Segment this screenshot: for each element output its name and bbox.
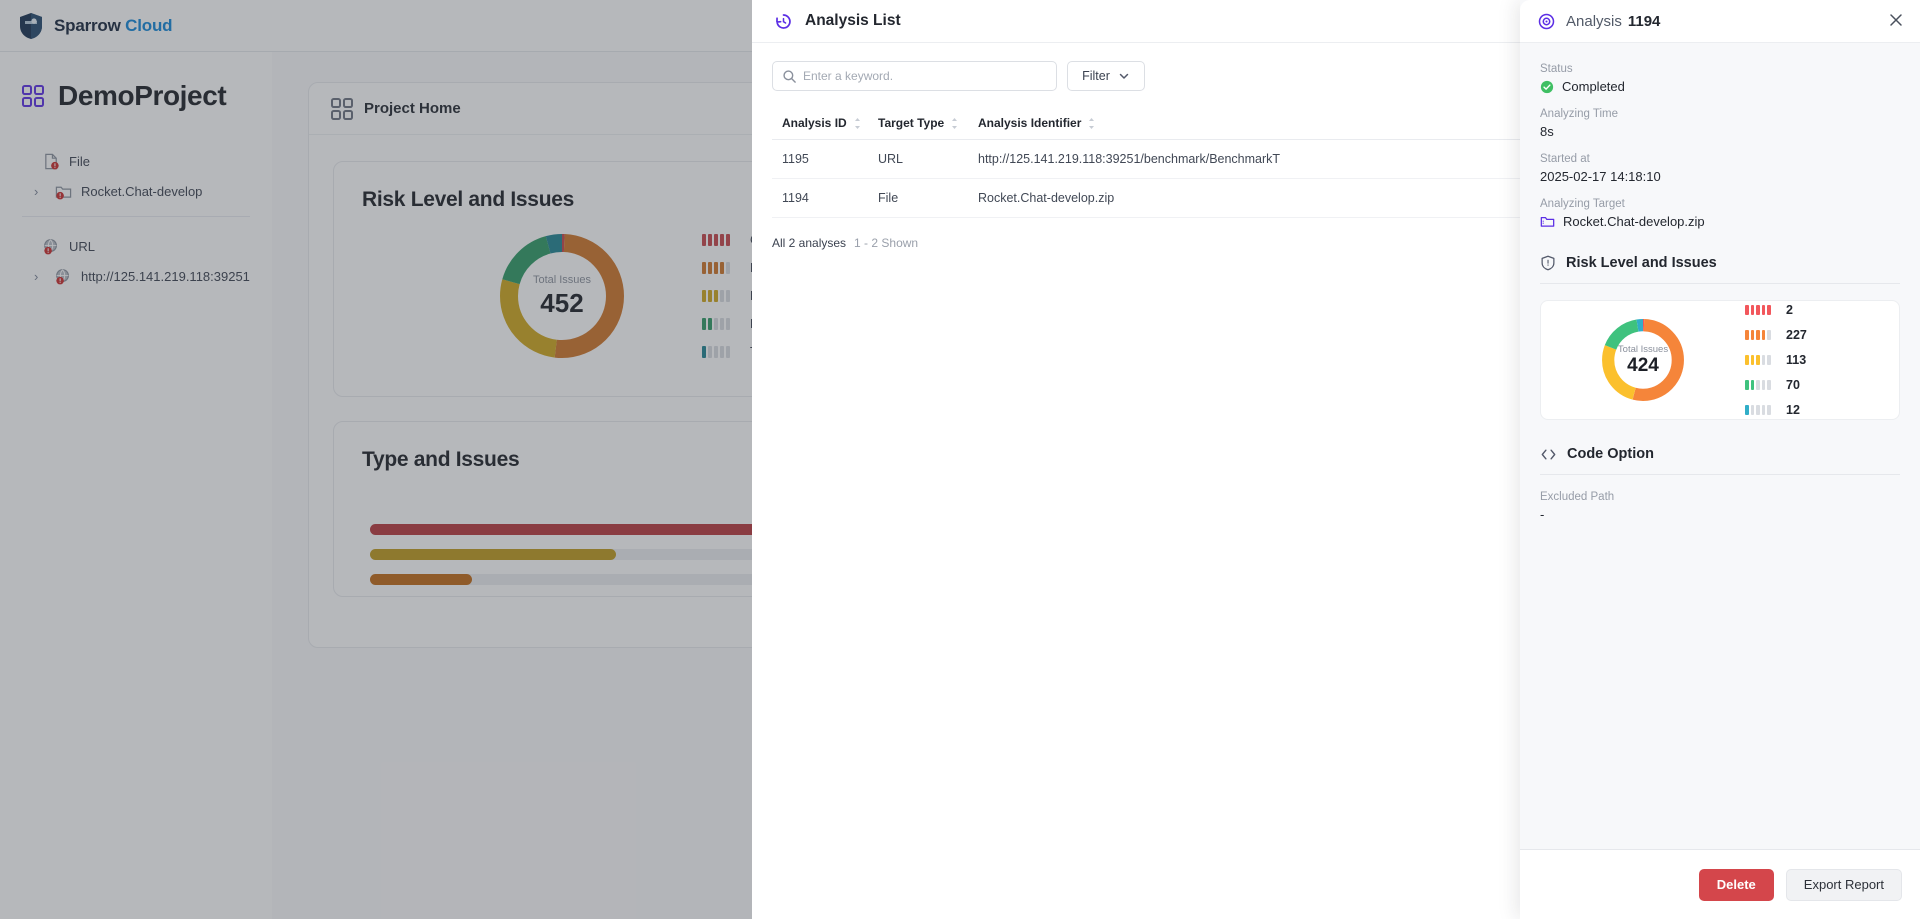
legend-value: 2 xyxy=(1786,303,1793,317)
cell-target-type: File xyxy=(868,178,968,218)
legend-item-medium: 113 xyxy=(1745,353,1807,367)
field-excluded-path: Excluded Path - xyxy=(1540,491,1900,522)
donut-label: Total Issues xyxy=(1617,343,1669,355)
legend-item-high: 227 xyxy=(1745,328,1807,342)
column-header-label: Analysis ID xyxy=(782,116,847,130)
result-count-shown: 1 - 2 Shown xyxy=(854,236,919,250)
cell-analysis-id: 1195 xyxy=(772,139,868,179)
detail-header: Analysis 1194 xyxy=(1520,0,1920,43)
status-badge: Completed xyxy=(1562,79,1625,94)
search-box[interactable] xyxy=(772,61,1057,91)
code-icon xyxy=(1541,448,1556,460)
search-input[interactable] xyxy=(803,69,1043,83)
donut-total-value: 424 xyxy=(1627,354,1659,376)
sort-icon xyxy=(854,117,860,129)
column-header-label: Target Type xyxy=(878,116,945,130)
field-label: Excluded Path xyxy=(1540,491,1615,503)
legend-value: 227 xyxy=(1786,328,1807,342)
sort-icon xyxy=(952,117,958,129)
cell-analysis-id: 1194 xyxy=(772,178,868,218)
delete-button[interactable]: Delete xyxy=(1698,868,1774,901)
cell-target-type: URL xyxy=(868,139,968,179)
legend-value: 12 xyxy=(1786,403,1800,417)
severity-bars-icon xyxy=(1745,380,1775,390)
code-option-title: Code Option xyxy=(1567,446,1654,462)
analysis-list-title: Analysis List xyxy=(805,12,901,29)
severity-bars-icon xyxy=(1745,305,1775,315)
section-divider xyxy=(1540,474,1900,475)
close-icon[interactable] xyxy=(1888,12,1904,31)
field-label: Analyzing Time xyxy=(1540,108,1618,120)
detail-body: Status Completed Analyzing Time 8s Start… xyxy=(1520,43,1920,849)
detail-donut-chart: Total Issues 424 xyxy=(1597,314,1689,406)
analysis-detail-drawer: Analysis 1194 Status Completed Analyzing… xyxy=(1520,0,1920,919)
history-icon xyxy=(776,13,791,29)
legend-item-critical: 2 xyxy=(1745,303,1807,317)
field-label: Analyzing Target xyxy=(1540,198,1625,210)
shield-alert-icon xyxy=(1541,255,1555,271)
result-count-total: All 2 analyses xyxy=(772,236,847,250)
detail-title: Analysis 1194 xyxy=(1566,13,1660,30)
check-circle-icon xyxy=(1540,80,1554,93)
target-icon xyxy=(1538,13,1555,29)
donut-center-text: Total Issues 424 xyxy=(1597,314,1689,406)
risk-section-title: Risk Level and Issues xyxy=(1566,255,1717,271)
sort-icon xyxy=(1089,117,1095,129)
folder-icon xyxy=(1540,217,1555,227)
legend-item-trivial: 12 xyxy=(1745,403,1807,417)
detail-footer: Delete Export Report xyxy=(1520,849,1920,919)
severity-bars-icon xyxy=(1745,405,1775,415)
severity-bars-icon xyxy=(1745,355,1775,365)
field-value: - xyxy=(1540,507,1545,522)
field-value: Completed xyxy=(1540,79,1900,94)
detail-risk-legend: 2 227 113 70 12 xyxy=(1745,303,1807,417)
field-value: 2025-02-17 14:18:10 xyxy=(1540,169,1661,184)
chevron-down-icon xyxy=(1119,73,1129,79)
field-label: Status xyxy=(1540,63,1573,75)
column-header-label: Analysis Identifier xyxy=(978,116,1082,130)
field-status: Status Completed xyxy=(1540,63,1900,94)
legend-item-low: 70 xyxy=(1745,378,1807,392)
field-analyzing-time: Analyzing Time 8s xyxy=(1540,108,1900,139)
search-icon xyxy=(783,70,796,83)
field-value: Rocket.Chat-develop.zip xyxy=(1540,214,1900,229)
detail-risk-chart-card: Total Issues 424 2 227 113 70 12 xyxy=(1540,300,1900,420)
field-analyzing-target: Analyzing Target Rocket.Chat-develop.zip xyxy=(1540,198,1900,229)
column-header-target-type[interactable]: Target Type xyxy=(868,107,968,140)
field-label: Started at xyxy=(1540,153,1590,165)
detail-title-id: 1194 xyxy=(1627,12,1661,30)
column-header-analysis-id[interactable]: Analysis ID xyxy=(772,107,868,140)
risk-section-header: Risk Level and Issues xyxy=(1540,255,1900,271)
section-divider xyxy=(1540,283,1900,284)
field-value: 8s xyxy=(1540,124,1554,139)
field-started-at: Started at 2025-02-17 14:18:10 xyxy=(1540,153,1900,184)
export-report-button[interactable]: Export Report xyxy=(1785,868,1902,901)
detail-title-prefix: Analysis xyxy=(1566,12,1622,30)
code-option-section-header: Code Option xyxy=(1540,446,1900,462)
severity-bars-icon xyxy=(1745,330,1775,340)
legend-value: 70 xyxy=(1786,378,1800,392)
analyzing-target-value: Rocket.Chat-develop.zip xyxy=(1563,214,1705,229)
filter-label: Filter xyxy=(1082,69,1110,83)
filter-button[interactable]: Filter xyxy=(1067,61,1145,91)
legend-value: 113 xyxy=(1786,353,1807,367)
